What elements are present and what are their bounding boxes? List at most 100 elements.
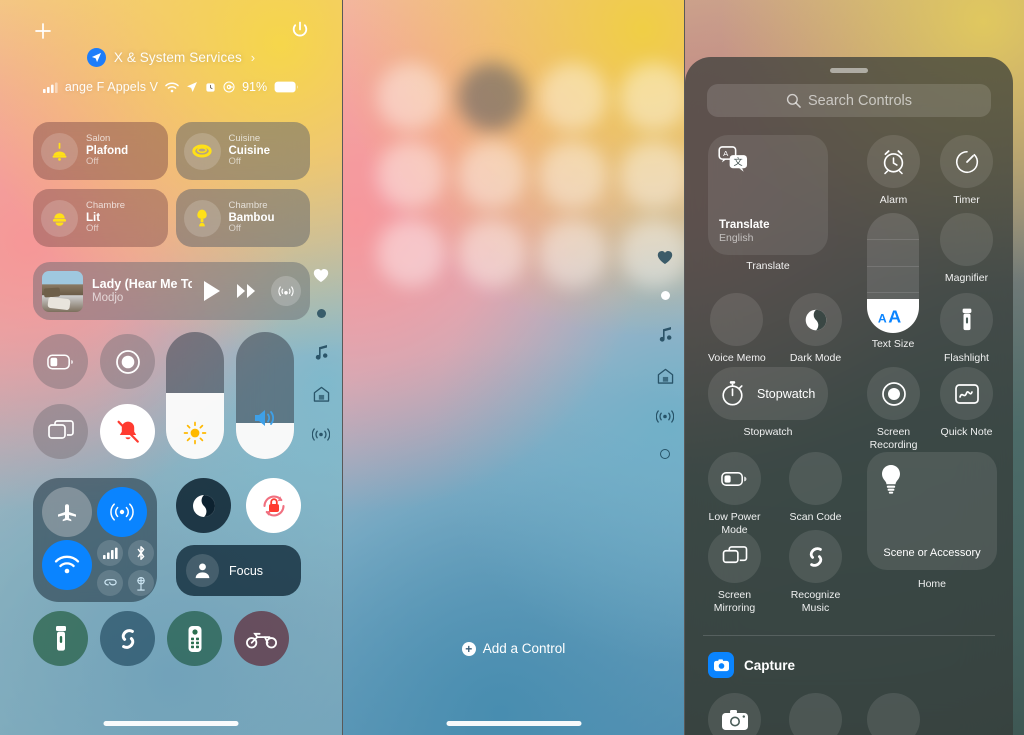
low-power-battery-icon[interactable] bbox=[33, 334, 88, 389]
airplay-audio-icon[interactable] bbox=[271, 276, 301, 306]
capture-section-header: Capture bbox=[708, 652, 795, 678]
gallery-caption-stopwatch: Stopwatch bbox=[743, 426, 793, 438]
screen-mirroring-icon[interactable] bbox=[33, 404, 88, 459]
translate-title: Translate bbox=[719, 218, 770, 231]
heart-icon[interactable] bbox=[657, 250, 673, 265]
section-divider bbox=[703, 635, 995, 636]
controls-row-2 bbox=[33, 404, 155, 459]
status-bar: ange F Appels V 91% bbox=[0, 80, 342, 94]
gallery-item-recognize-music[interactable]: Recognize Music bbox=[789, 530, 842, 614]
gallery-caption-home: Home bbox=[917, 578, 946, 590]
gallery-item-magnifier[interactable]: Magnifier bbox=[940, 213, 993, 285]
power-icon[interactable] bbox=[291, 20, 309, 40]
play-icon[interactable] bbox=[201, 279, 223, 303]
music-note-icon[interactable] bbox=[314, 344, 329, 360]
gallery-item-screen-mirroring[interactable]: Screen Mirroring bbox=[708, 530, 761, 614]
remote-icon[interactable] bbox=[167, 611, 222, 666]
volume-slider[interactable] bbox=[236, 332, 294, 459]
gallery-item-low-power-mode[interactable]: Low Power Mode bbox=[708, 452, 761, 536]
placeholder-circle bbox=[539, 63, 607, 131]
camera-app-icon bbox=[708, 652, 734, 678]
search-icon bbox=[786, 93, 801, 108]
system-services-row[interactable]: X & System Services › bbox=[0, 48, 342, 67]
home-tile-plafond[interactable]: Salon Plafond Off bbox=[33, 122, 168, 180]
plus-circle-icon: + bbox=[461, 641, 476, 656]
home-tile-bambou[interactable]: Chambre Bambou Off bbox=[175, 189, 310, 247]
focus-button[interactable]: Focus bbox=[176, 545, 301, 596]
gallery-item-camera[interactable] bbox=[708, 693, 761, 735]
home-icon[interactable] bbox=[657, 368, 674, 384]
search-controls-field[interactable]: Search Controls bbox=[707, 84, 991, 117]
carrier-label: ange F Appels V bbox=[64, 80, 159, 94]
alarm-clock-icon bbox=[867, 135, 920, 188]
controls-bottom-row bbox=[33, 611, 289, 666]
capture-section-title: Capture bbox=[744, 657, 796, 673]
gallery-item-quick-note[interactable]: Quick Note bbox=[940, 367, 993, 439]
fast-forward-icon[interactable] bbox=[236, 282, 258, 300]
plus-icon[interactable] bbox=[33, 21, 53, 41]
gallery-item-scan-code[interactable]: Scan Code bbox=[789, 452, 842, 524]
quick-note-icon bbox=[940, 367, 993, 420]
translate-subtitle: English bbox=[719, 232, 754, 245]
gallery-label: Dark Mode bbox=[789, 352, 842, 364]
gallery-item-flashlight[interactable]: Flashlight bbox=[940, 293, 993, 365]
svg-text:A: A bbox=[888, 307, 901, 326]
shazam-icon[interactable] bbox=[100, 611, 155, 666]
motorcycle-icon[interactable] bbox=[234, 611, 289, 666]
home-indicator bbox=[446, 721, 581, 726]
gallery-item-stopwatch[interactable]: Stopwatch bbox=[708, 367, 828, 420]
cellular-bars-icon[interactable] bbox=[97, 540, 123, 566]
circle-outline-icon[interactable] bbox=[660, 449, 670, 459]
gallery-label: Screen Recording bbox=[869, 426, 918, 451]
add-control-label: Add a Control bbox=[482, 641, 566, 656]
placeholder-circle bbox=[620, 141, 684, 209]
gallery-item-screen-recording[interactable]: Screen Recording bbox=[867, 367, 920, 451]
now-playing-card[interactable]: Lady (Hear Me To Modjo bbox=[33, 262, 310, 320]
airplane-icon[interactable] bbox=[42, 487, 92, 537]
add-a-control-button[interactable]: + Add a Control bbox=[343, 641, 684, 656]
gallery-item-voice-memo[interactable]: Voice Memo bbox=[708, 293, 766, 365]
blank-icon bbox=[789, 693, 842, 735]
bell-slash-icon[interactable] bbox=[100, 404, 155, 459]
gallery-item-translate-tile[interactable]: A文 Translate English bbox=[708, 135, 828, 255]
svg-text:A: A bbox=[723, 149, 729, 158]
rotation-lock-icon[interactable] bbox=[246, 478, 301, 533]
gallery-item-dark-mode[interactable]: Dark Mode bbox=[789, 293, 842, 365]
bed-lamp-icon bbox=[41, 199, 78, 237]
magnifier-icon bbox=[940, 213, 993, 266]
chevron-right-icon: › bbox=[250, 50, 256, 65]
wifi-icon[interactable] bbox=[42, 540, 92, 590]
home-tile-cuisine[interactable]: Cuisine Cuisine Off bbox=[175, 122, 310, 180]
dark-mode-icon[interactable] bbox=[176, 478, 231, 533]
page-dot[interactable] bbox=[316, 309, 326, 318]
home-tile-lit[interactable]: Chambre Lit Off bbox=[33, 189, 168, 247]
svg-text:文: 文 bbox=[734, 156, 743, 167]
airdrop-icon[interactable] bbox=[97, 487, 147, 537]
home-indicator bbox=[103, 721, 239, 726]
location-arrow-icon bbox=[86, 48, 106, 67]
brightness-slider[interactable] bbox=[166, 332, 224, 459]
alarm-clock-icon bbox=[205, 82, 216, 93]
page-dot-active[interactable] bbox=[660, 291, 670, 300]
heart-icon[interactable] bbox=[313, 268, 329, 283]
home-icon[interactable] bbox=[313, 386, 330, 402]
screen-record-icon[interactable] bbox=[100, 334, 155, 389]
home-tile-room: Salon bbox=[86, 133, 111, 144]
music-note-icon[interactable] bbox=[658, 326, 673, 342]
sheet-grabber[interactable] bbox=[830, 68, 868, 73]
gallery-item-alarm[interactable]: Alarm bbox=[867, 135, 920, 207]
gallery-item-text-size[interactable]: AA bbox=[867, 213, 919, 333]
vpn-icon[interactable] bbox=[128, 570, 154, 596]
bluetooth-icon[interactable] bbox=[128, 540, 154, 566]
gallery-item-capture-placeholder-2[interactable] bbox=[867, 693, 920, 735]
location-arrow-icon bbox=[186, 81, 198, 93]
gallery-item-capture-placeholder-1[interactable] bbox=[789, 693, 842, 735]
gallery-item-scene-or-accessory[interactable]: Scene or Accessory bbox=[867, 452, 997, 570]
placeholder-circle bbox=[377, 219, 445, 287]
gallery-item-timer[interactable]: Timer bbox=[940, 135, 993, 207]
flashlight-icon[interactable] bbox=[33, 611, 88, 666]
connectivity-icon[interactable] bbox=[312, 428, 330, 441]
connectivity-icon[interactable] bbox=[656, 410, 674, 423]
hotspot-icon[interactable] bbox=[97, 570, 123, 596]
system-services-label: X & System Services bbox=[113, 50, 242, 65]
